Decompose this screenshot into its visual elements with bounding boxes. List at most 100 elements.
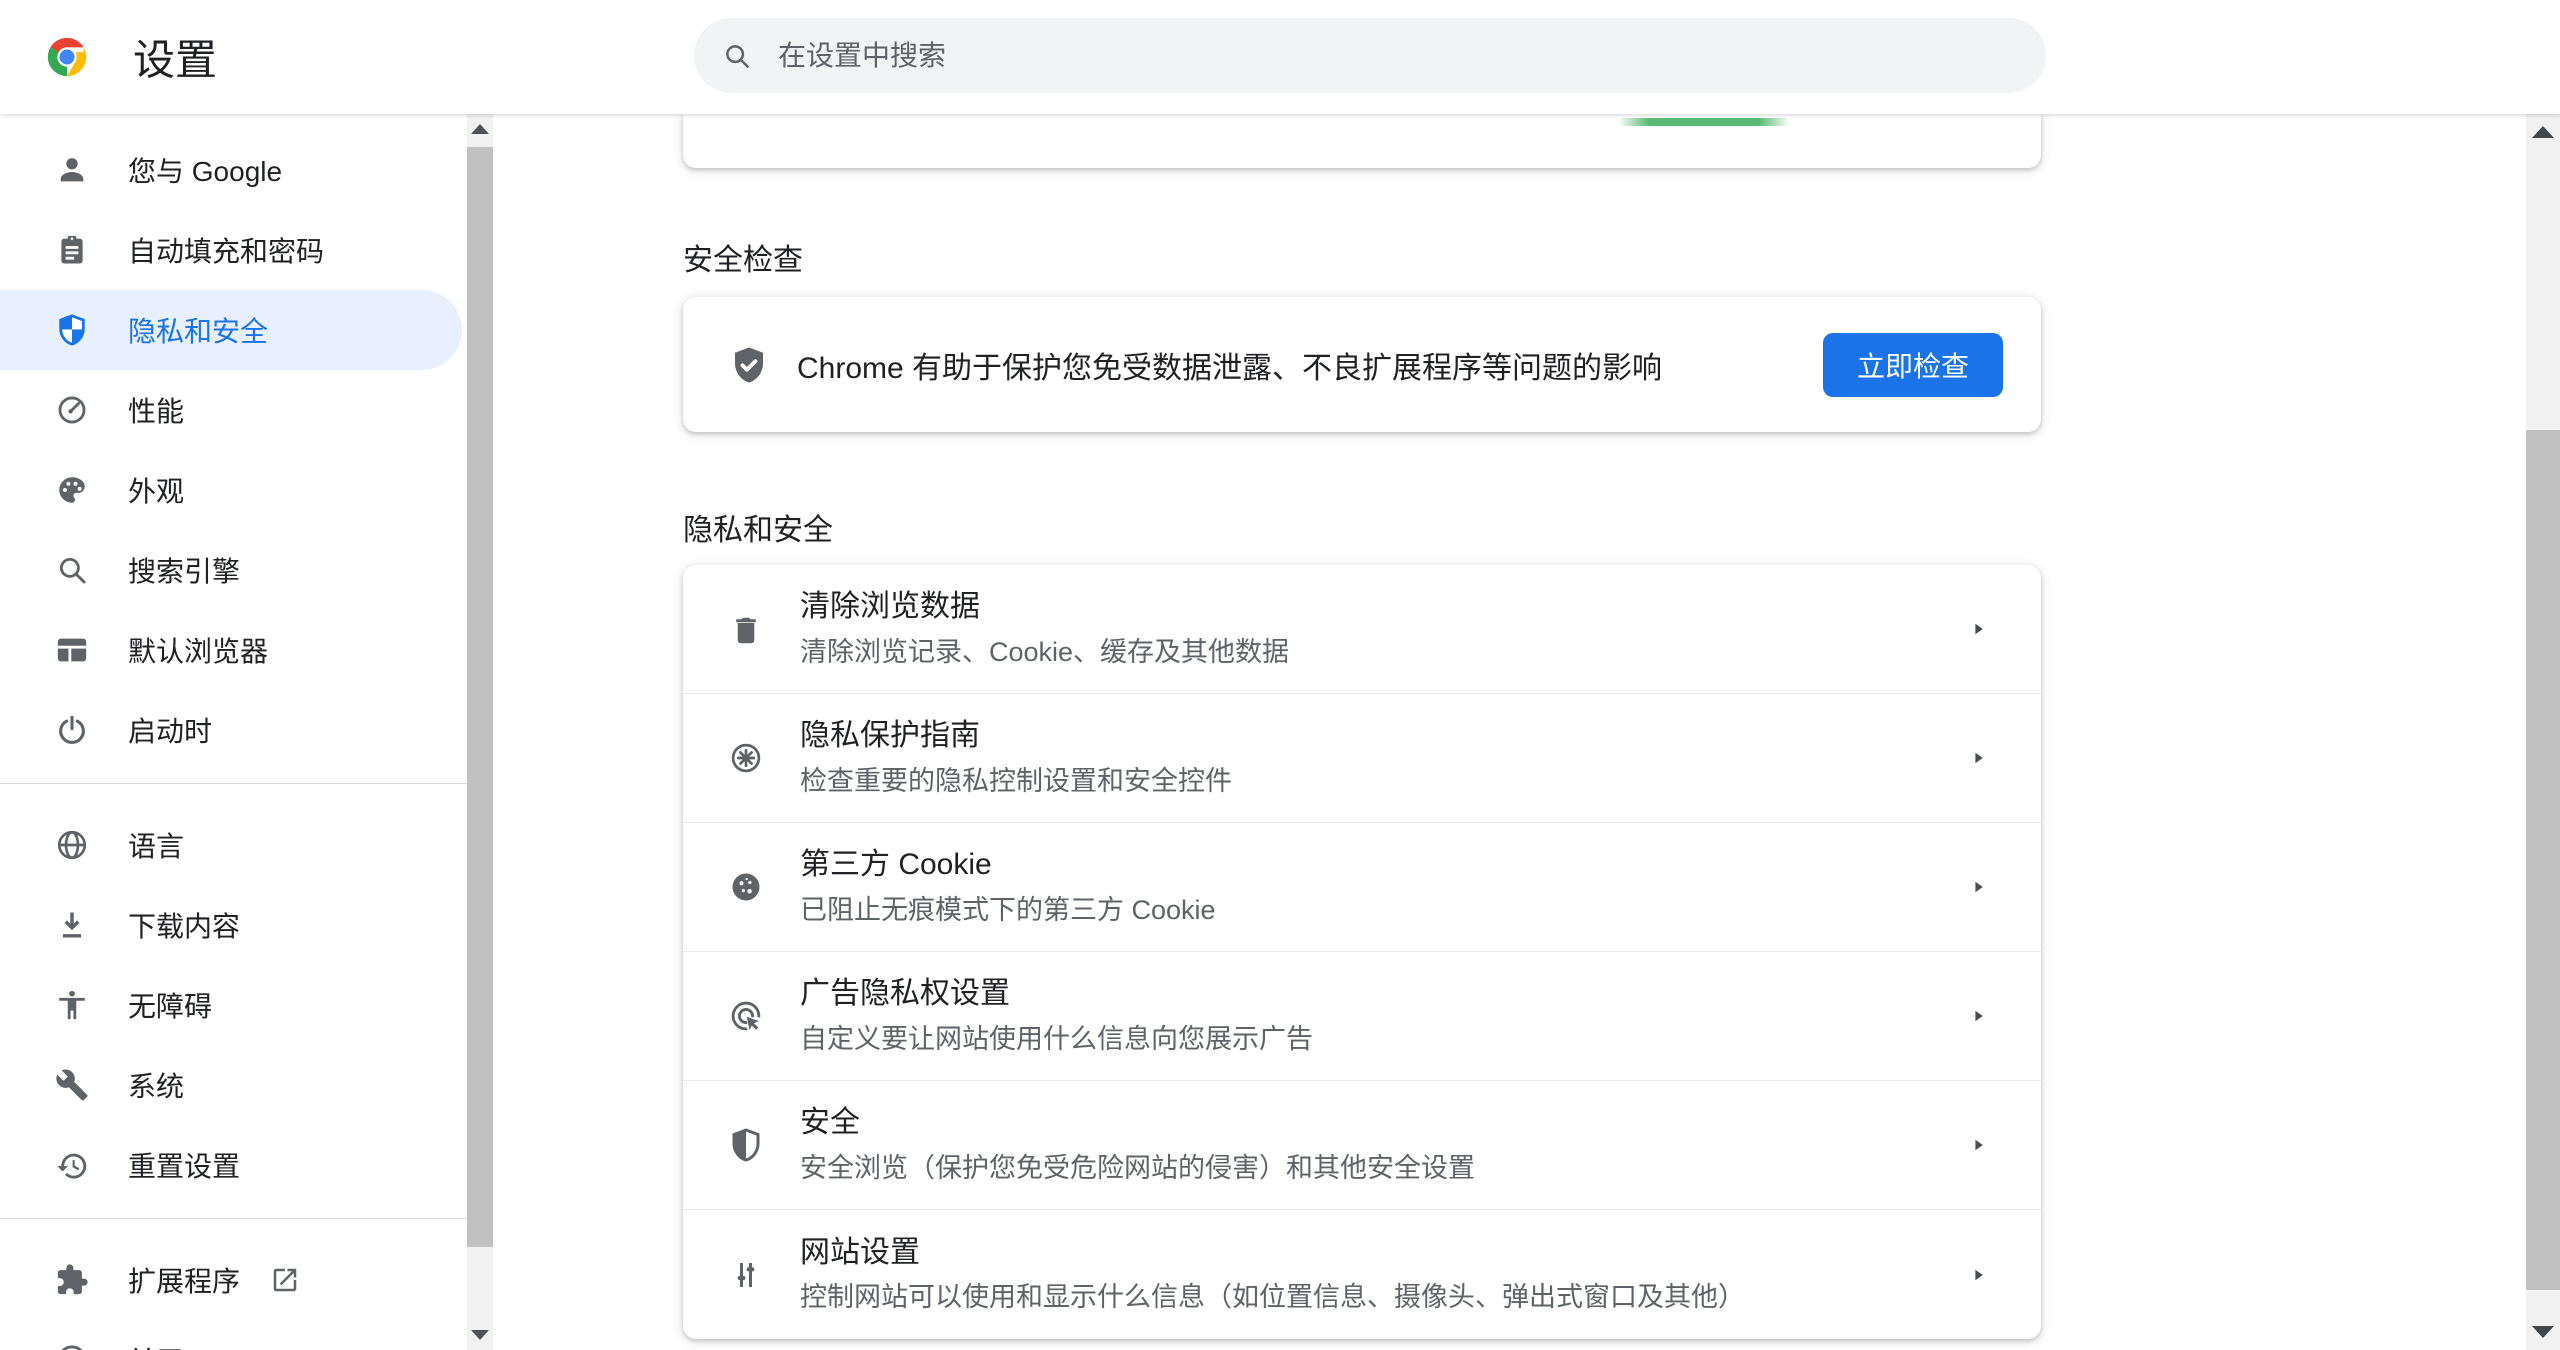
search-engine-icon: [55, 553, 89, 587]
setting-row-subtitle: 自定义要让网站使用什么信息向您展示广告: [800, 1023, 1945, 1055]
chevron-icon: [1965, 1003, 1991, 1029]
safety-check-section-title: 安全检查: [683, 235, 803, 279]
scroll-up-icon[interactable]: [471, 124, 489, 134]
sidebar-item-about-chrome[interactable]: 关于 Chrome: [0, 1320, 462, 1350]
privacy-guide-icon: [728, 740, 764, 776]
sidebar-item-autofill[interactable]: 自动填充和密码: [0, 210, 462, 290]
sidebar-item-extensions[interactable]: 扩展程序: [0, 1240, 462, 1320]
safety-check-card: Chrome 有助于保护您免受数据泄露、不良扩展程序等问题的影响 立即检查: [683, 297, 2041, 432]
setting-row-text: 隐私保护指南检查重要的隐私控制设置和安全控件: [800, 719, 1945, 797]
setting-row-title: 清除浏览数据: [800, 590, 1945, 625]
sidebar-nav: 您与 Google 自动填充和密码隐私和安全性能外观搜索引擎默认浏览器启动时语言下…: [0, 114, 467, 1350]
sidebar-item-downloads[interactable]: 下载内容: [0, 885, 462, 965]
sidebar-item-performance[interactable]: 性能: [0, 370, 462, 450]
chevron-icon: [1965, 1132, 1991, 1158]
sidebar-item-label: 下载内容: [128, 905, 240, 945]
ads-icon: [728, 998, 764, 1034]
main-content: 安全检查 Chrome 有助于保护您免受数据泄露、不良扩展程序等问题的影响 立即…: [493, 114, 2526, 1350]
main-scrollbar-thumb[interactable]: [2526, 430, 2560, 1290]
setting-row-subtitle: 检查重要的隐私控制设置和安全控件: [800, 765, 1945, 797]
sidebar-item-label: 系统: [128, 1065, 184, 1105]
sidebar-item-label: 隐私和安全: [128, 310, 268, 350]
setting-row-title: 隐私保护指南: [800, 719, 1945, 754]
chevron-icon: [1965, 1262, 1991, 1288]
shield-check-icon: [728, 344, 770, 386]
page-title: 设置: [133, 27, 217, 88]
wrench-icon: [55, 1068, 89, 1102]
search-icon: [722, 41, 752, 71]
tune-icon: [728, 1257, 764, 1293]
sidebar-scrollbar-thumb[interactable]: [467, 147, 493, 1247]
main-scrollbar[interactable]: [2526, 114, 2560, 1350]
sidebar-item-label: 语言: [128, 825, 184, 865]
scroll-down-icon[interactable]: [2532, 1326, 2554, 1338]
sidebar-item-label: 自动填充和密码: [128, 230, 324, 270]
chrome-logo-icon: [44, 34, 90, 80]
sidebar-divider: [0, 1218, 467, 1219]
sidebar-item-default-browser[interactable]: 默认浏览器: [0, 610, 462, 690]
chevron-icon: [1965, 745, 1991, 771]
cookie-icon: [728, 869, 764, 905]
sidebar-item-system[interactable]: 系统: [0, 1045, 462, 1125]
privacy-settings-list: 清除浏览数据清除浏览记录、Cookie、缓存及其他数据隐私保护指南检查重要的隐私…: [683, 565, 2041, 1339]
setting-row-text: 广告隐私权设置自定义要让网站使用什么信息向您展示广告: [800, 977, 1945, 1055]
safety-check-description: Chrome 有助于保护您免受数据泄露、不良扩展程序等问题的影响: [797, 343, 1823, 387]
search-input[interactable]: [778, 40, 2016, 72]
sidebar-item-label: 您与 Google: [128, 150, 282, 190]
appearance-icon: [55, 473, 89, 507]
setting-row-title: 第三方 Cookie: [800, 848, 1945, 883]
green-progress-fragment: [1618, 118, 1790, 126]
scroll-down-icon[interactable]: [471, 1330, 489, 1340]
chrome-icon: [55, 1343, 89, 1350]
power-icon: [55, 713, 89, 747]
trash-icon: [728, 611, 764, 647]
sidebar-item-label: 性能: [128, 390, 184, 430]
sidebar-item-on-startup[interactable]: 启动时: [0, 690, 462, 770]
default-browser-icon: [55, 633, 89, 667]
setting-row-third-party-cookies[interactable]: 第三方 Cookie 已阻止无痕模式下的第三方 Cookie: [683, 823, 2041, 952]
sidebar-divider: [0, 783, 467, 784]
extension-icon: [55, 1263, 89, 1297]
scroll-up-icon[interactable]: [2532, 126, 2554, 138]
sidebar-item-label: 启动时: [128, 710, 212, 750]
sidebar-item-label: 无障碍: [128, 985, 212, 1025]
setting-row-privacy-guide[interactable]: 隐私保护指南检查重要的隐私控制设置和安全控件: [683, 694, 2041, 823]
setting-row-text: 安全安全浏览（保护您免受危险网站的侵害）和其他安全设置: [800, 1106, 1945, 1184]
sidebar-item-appearance[interactable]: 外观: [0, 450, 462, 530]
open-new-icon: [270, 1265, 300, 1295]
sidebar-item-reset-settings[interactable]: 重置设置: [0, 1125, 462, 1205]
accessibility-icon: [55, 988, 89, 1022]
sidebar-item-label: 扩展程序: [128, 1260, 240, 1300]
setting-row-ad-privacy[interactable]: 广告隐私权设置自定义要让网站使用什么信息向您展示广告: [683, 952, 2041, 1081]
autofill-icon: [55, 233, 89, 267]
setting-row-text: 网站设置控制网站可以使用和显示什么信息（如位置信息、摄像头、弹出式窗口及其他）: [800, 1236, 1945, 1314]
security-shield-icon: [728, 1127, 764, 1163]
chrome-settings-page: 设置 您与 Google自动填充和密码隐私和安全性能外观搜索引擎默认浏览器启动时…: [0, 0, 2560, 1350]
header: 设置: [0, 0, 2560, 114]
sidebar-scrollbar[interactable]: [467, 114, 493, 1350]
privacy-section-title: 隐私和安全: [683, 505, 833, 549]
setting-row-subtitle: 安全浏览（保护您免受危险网站的侵害）和其他安全设置: [800, 1152, 1945, 1184]
sidebar-item-search-engine[interactable]: 搜索引擎: [0, 530, 462, 610]
sidebar-item-label: 搜索引擎: [128, 550, 240, 590]
setting-row-subtitle: 已阻止无痕模式下的第三方 Cookie: [800, 894, 1945, 926]
person-icon: [55, 153, 89, 187]
sidebar-item-accessibility[interactable]: 无障碍: [0, 965, 462, 1045]
reset-icon: [55, 1148, 89, 1182]
setting-row-title: 广告隐私权设置: [800, 977, 1945, 1012]
setting-row-subtitle: 控制网站可以使用和显示什么信息（如位置信息、摄像头、弹出式窗口及其他）: [800, 1281, 1945, 1313]
partial-card: [683, 114, 2041, 168]
setting-row-site-settings[interactable]: 网站设置控制网站可以使用和显示什么信息（如位置信息、摄像头、弹出式窗口及其他）: [683, 1210, 2041, 1339]
check-now-button[interactable]: 立即检查: [1823, 333, 2003, 397]
sidebar-item-privacy-and-security[interactable]: 隐私和安全: [0, 290, 462, 370]
sidebar-item-languages[interactable]: 语言: [0, 805, 462, 885]
sidebar-item-label: 外观: [128, 470, 184, 510]
sidebar-item-you-and-google[interactable]: 您与 Google: [0, 130, 462, 210]
setting-row-clear-browsing-data[interactable]: 清除浏览数据清除浏览记录、Cookie、缓存及其他数据: [683, 565, 2041, 694]
globe-icon: [55, 828, 89, 862]
settings-search-box[interactable]: [694, 18, 2046, 93]
chevron-icon: [1965, 616, 1991, 642]
setting-row-title: 安全: [800, 1106, 1945, 1141]
setting-row-security[interactable]: 安全安全浏览（保护您免受危险网站的侵害）和其他安全设置: [683, 1081, 2041, 1210]
sidebar-item-label: 重置设置: [128, 1145, 240, 1185]
